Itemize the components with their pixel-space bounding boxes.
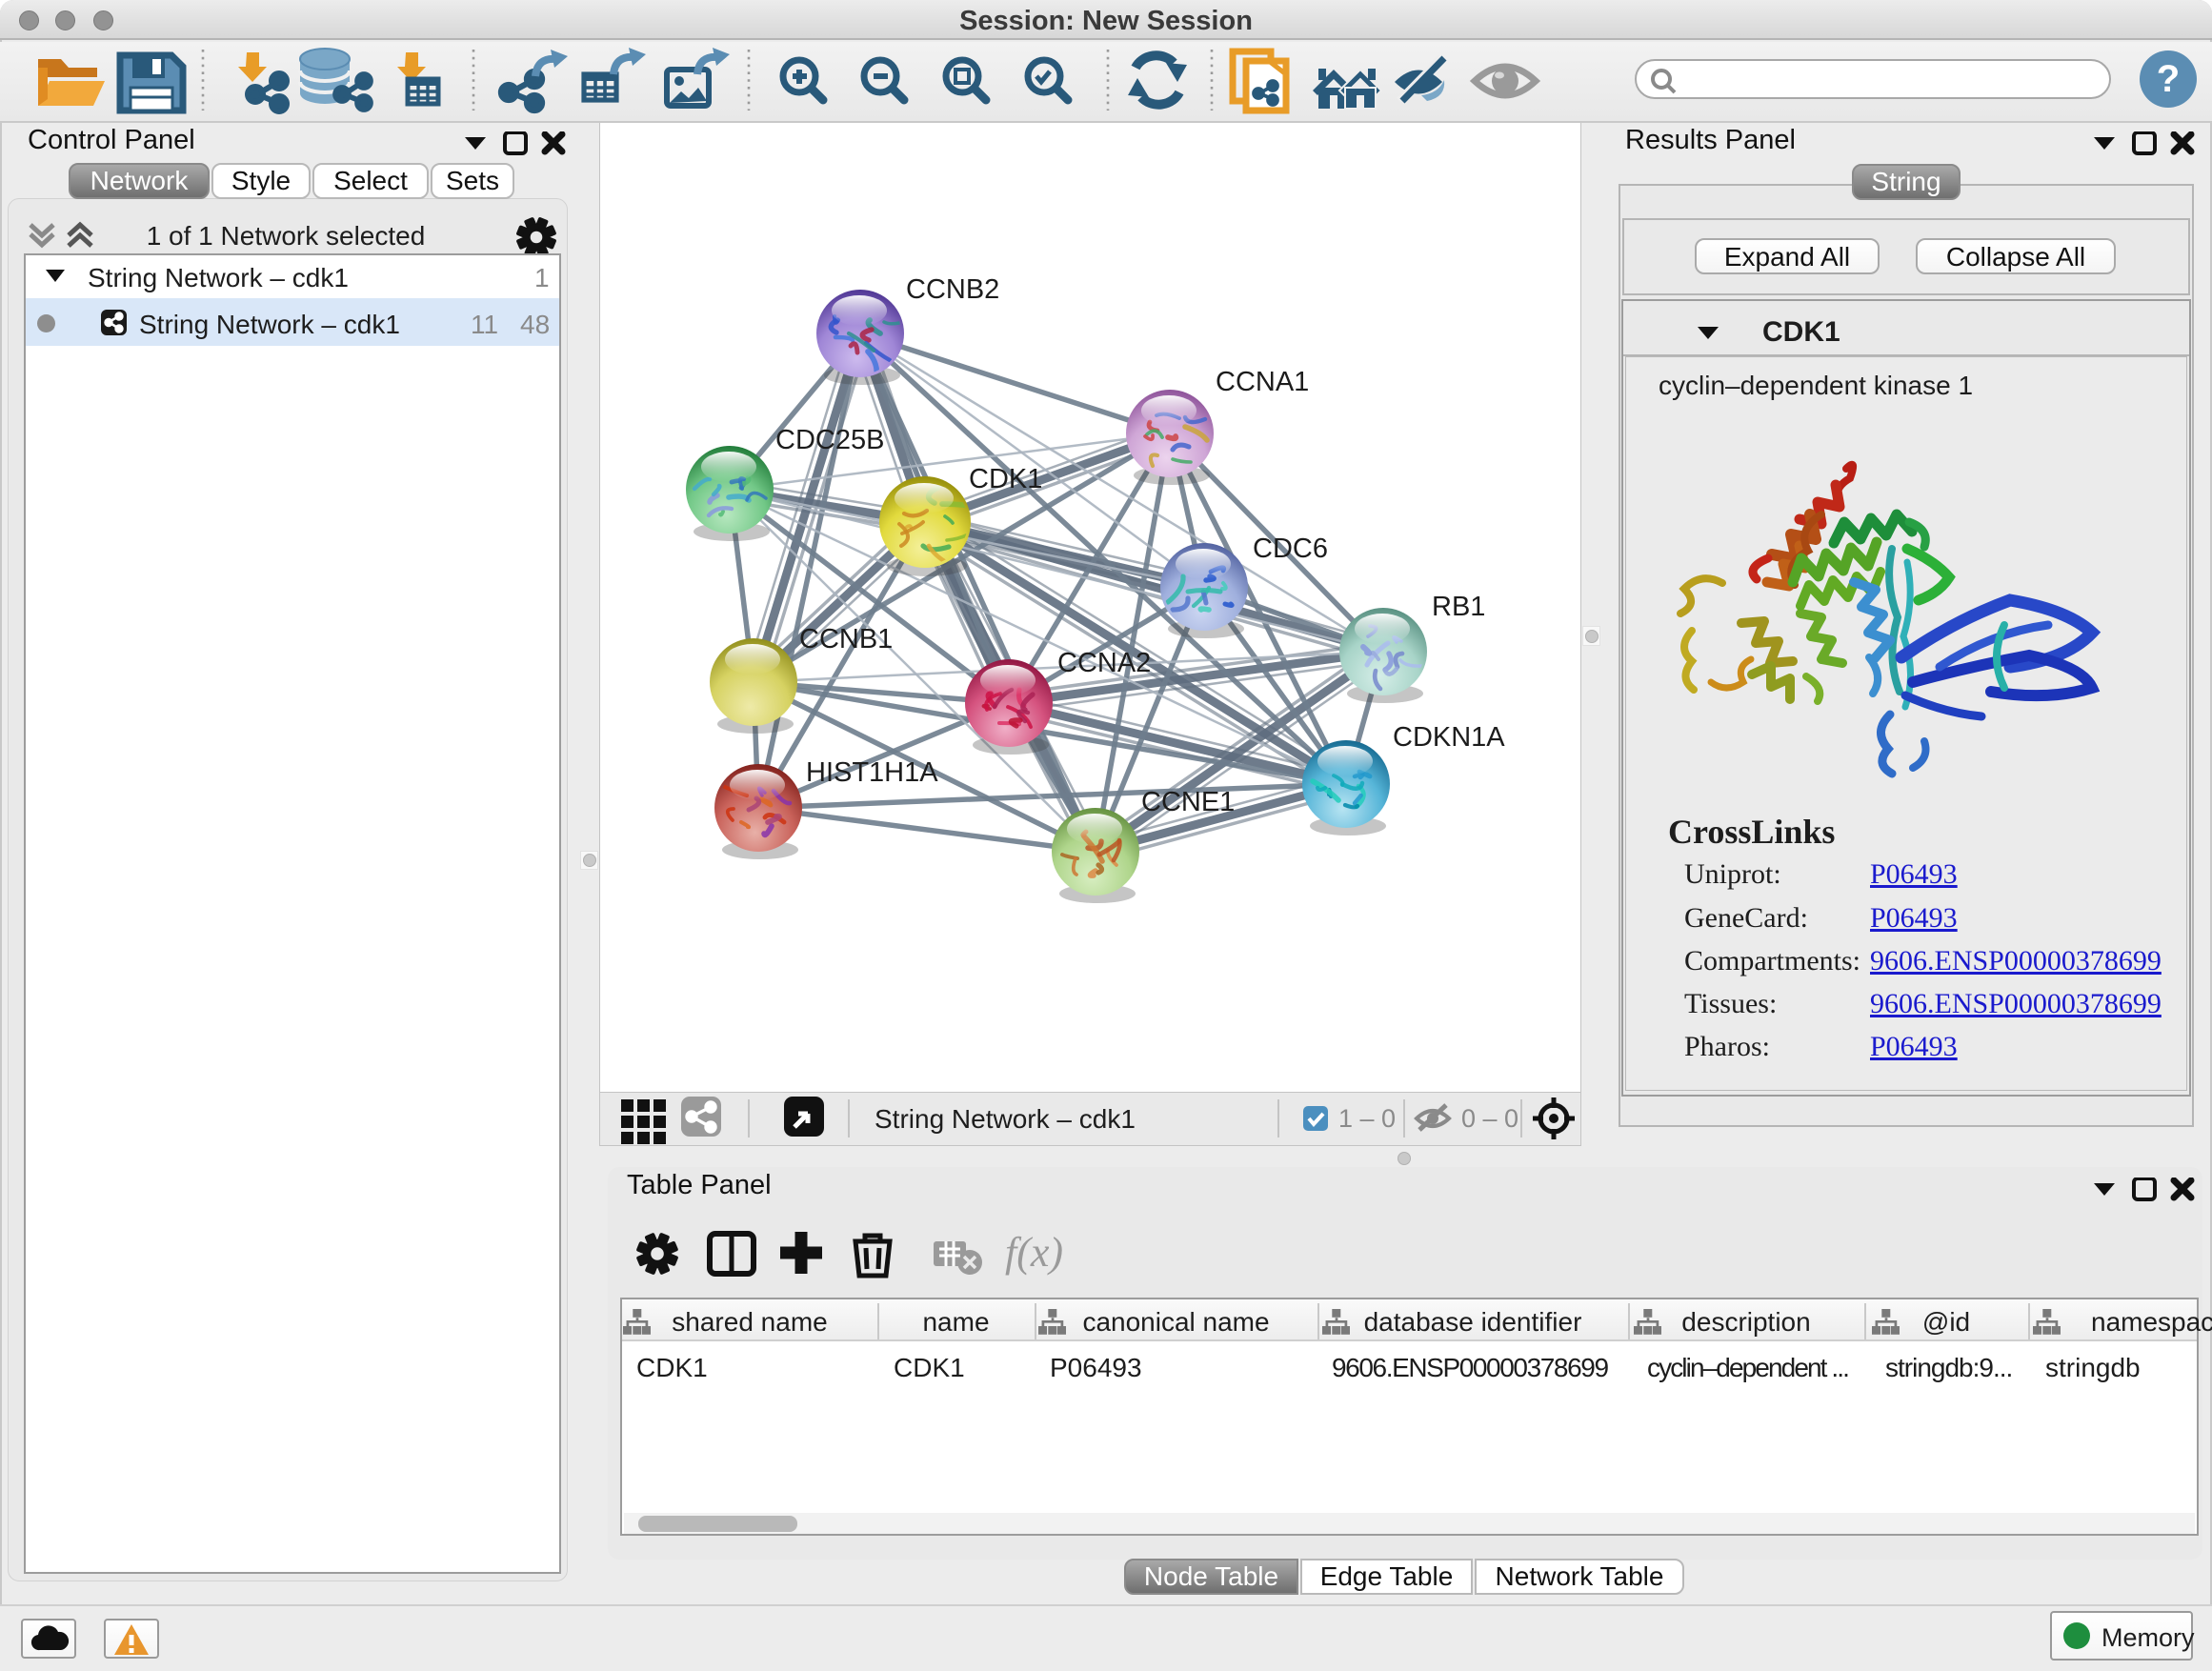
svg-text:String Network – cdk1: String Network – cdk1 xyxy=(875,1104,1136,1134)
svg-text:CDK1: CDK1 xyxy=(969,464,1042,494)
svg-text:CCNA1: CCNA1 xyxy=(1216,367,1309,397)
svg-text:RB1: RB1 xyxy=(1432,592,1485,622)
svg-text:CDKN1A: CDKN1A xyxy=(1393,722,1505,753)
svg-text:CCNE1: CCNE1 xyxy=(1141,787,1235,817)
svg-text:CDC6: CDC6 xyxy=(1253,534,1328,564)
svg-text:CCNB2: CCNB2 xyxy=(906,274,999,305)
svg-text:0 – 0: 0 – 0 xyxy=(1461,1104,1518,1133)
svg-text:1 – 0: 1 – 0 xyxy=(1338,1104,1396,1133)
svg-text:f(x): f(x) xyxy=(1005,1229,1063,1276)
svg-text:CDC25B: CDC25B xyxy=(775,425,884,455)
svg-text:CCNA2: CCNA2 xyxy=(1057,648,1151,678)
svg-text:CCNB1: CCNB1 xyxy=(799,624,893,654)
svg-text:HIST1H1A: HIST1H1A xyxy=(806,757,938,788)
